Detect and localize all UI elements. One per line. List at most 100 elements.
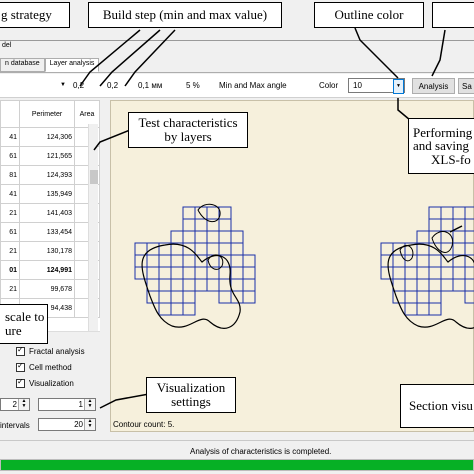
- table-row[interactable]: 41135,9494: [0, 184, 100, 204]
- grid-cell: [392, 266, 406, 280]
- color-value: 10: [353, 81, 362, 90]
- grid-cell: [182, 230, 196, 244]
- grid-cell: [428, 302, 442, 316]
- grid-cell: [380, 266, 394, 280]
- grid-cell: [452, 218, 466, 232]
- grid-cell: [416, 266, 430, 280]
- table-row[interactable]: 41124,3065: [0, 127, 100, 147]
- grid-cell: [230, 254, 244, 268]
- chevron-down-icon[interactable]: ▼: [393, 79, 404, 94]
- checkbox-visualization[interactable]: Visualization: [16, 377, 74, 388]
- callout-build-step: Build step (min and max value): [88, 2, 282, 28]
- grid-cell: [182, 290, 196, 304]
- grid-cell: [218, 242, 232, 256]
- table-row[interactable]: 61133,4545: [0, 222, 100, 242]
- callout-corner: [432, 2, 474, 28]
- angle-mode-select[interactable]: Min and Max angle: [219, 81, 287, 90]
- column-header-perimeter[interactable]: Perimeter: [19, 100, 75, 128]
- grid-cell: [380, 254, 394, 268]
- grid-cell: [392, 278, 406, 292]
- grid-cell: [206, 278, 220, 292]
- dropdown-arrow-icon[interactable]: ▼: [60, 82, 66, 88]
- grid-cell: [452, 230, 466, 244]
- tab-layer-analysis[interactable]: Layer analysis: [44, 58, 100, 72]
- checkbox-cell-method[interactable]: Cell method: [16, 361, 72, 372]
- grid-cell: [206, 206, 220, 220]
- spinner-1[interactable]: 2 ▲ ▼: [0, 398, 30, 411]
- step-min-input[interactable]: 0,2: [73, 81, 84, 90]
- color-select[interactable]: 10 ▼: [348, 78, 405, 94]
- grid-cell: [440, 278, 454, 292]
- grid-cell: [230, 278, 244, 292]
- grid-cell: [206, 242, 220, 256]
- grid-cell: [230, 230, 244, 244]
- grid-cell: [230, 266, 244, 280]
- table-row[interactable]: 81124,3935: [0, 165, 100, 185]
- checkbox-label: Visualization: [29, 379, 74, 388]
- table-row[interactable]: 2199,6782: [0, 279, 100, 299]
- grid-cell: [182, 278, 196, 292]
- grid-cell: [242, 290, 256, 304]
- progress-fill: [1, 460, 473, 470]
- grid-cell: [170, 278, 184, 292]
- grid-cell: [134, 266, 148, 280]
- tab-database[interactable]: n database: [0, 58, 45, 72]
- checkbox-icon[interactable]: [16, 377, 25, 388]
- grid-cell: [428, 206, 442, 220]
- analysis-button[interactable]: Analysis: [412, 78, 455, 94]
- right-contour: [387, 243, 474, 329]
- scrollbar-thumb[interactable]: [90, 170, 98, 184]
- window-title: del: [2, 42, 12, 49]
- grid-cell: [158, 278, 172, 292]
- grid-cell: [440, 266, 454, 280]
- save-button[interactable]: Sa: [458, 78, 474, 94]
- grid-cell: [464, 218, 474, 232]
- checkbox-icon[interactable]: [16, 345, 25, 356]
- spinner-arrows-icon[interactable]: ▲ ▼: [84, 399, 95, 410]
- checkbox-fractal-analysis[interactable]: Fractal analysis: [16, 345, 85, 356]
- grid-cell: [146, 278, 160, 292]
- callout-test-characteristics: Test characteristics by layers: [128, 112, 248, 148]
- grid-cell: [134, 242, 148, 256]
- grid-cell: [242, 254, 256, 268]
- grid-cell: [428, 254, 442, 268]
- grid-cell: [230, 242, 244, 256]
- grid-cell: [194, 218, 208, 232]
- table-scrollbar[interactable]: [88, 124, 98, 340]
- right-inner-contour: [431, 231, 454, 253]
- grid-cell: [242, 266, 256, 280]
- grid-cell: [194, 266, 208, 280]
- intervals-label: intervals: [0, 421, 30, 430]
- grid-cell: [170, 290, 184, 304]
- percent-input[interactable]: 5 %: [186, 81, 200, 90]
- table-row-total[interactable]: 01124,99125: [0, 260, 100, 280]
- grid-cell: [440, 218, 454, 232]
- grid-cell: [440, 206, 454, 220]
- contour-count: Contour count: 5.: [113, 420, 175, 429]
- callout-visualization-settings: Visualization settings: [146, 377, 236, 413]
- checkbox-label: Cell method: [29, 363, 72, 372]
- callout-performing: Performing and saving XLS-fo: [408, 118, 474, 174]
- grid-cell: [416, 254, 430, 268]
- table-row[interactable]: 21130,1785: [0, 241, 100, 261]
- step-max-input[interactable]: 0,2: [107, 81, 118, 90]
- grid-cell: [194, 230, 208, 244]
- window-frame: [0, 40, 474, 41]
- grid-cell: [452, 278, 466, 292]
- callout-strategy: g strategy: [0, 2, 70, 28]
- grid-cell: [170, 254, 184, 268]
- table-row[interactable]: 61121,5656: [0, 146, 100, 166]
- table-row[interactable]: 21141,4034: [0, 203, 100, 223]
- grid-cell: [182, 266, 196, 280]
- grid-cell: [452, 242, 466, 256]
- checkbox-label: Fractal analysis: [29, 347, 85, 356]
- checkbox-icon[interactable]: [16, 361, 25, 372]
- step-unit-input[interactable]: 0,1 мм: [138, 81, 162, 90]
- grid-cell: [464, 266, 474, 280]
- spinner-arrows-icon[interactable]: ▲ ▼: [18, 399, 29, 410]
- spinner-arrows-icon[interactable]: ▲ ▼: [84, 419, 95, 430]
- intervals-spinner[interactable]: 20 ▲ ▼: [38, 418, 96, 431]
- grid-cell: [158, 302, 172, 316]
- status-text: Analysis of characteristics is completed…: [190, 447, 332, 456]
- spinner-2[interactable]: 1 ▲ ▼: [38, 398, 96, 411]
